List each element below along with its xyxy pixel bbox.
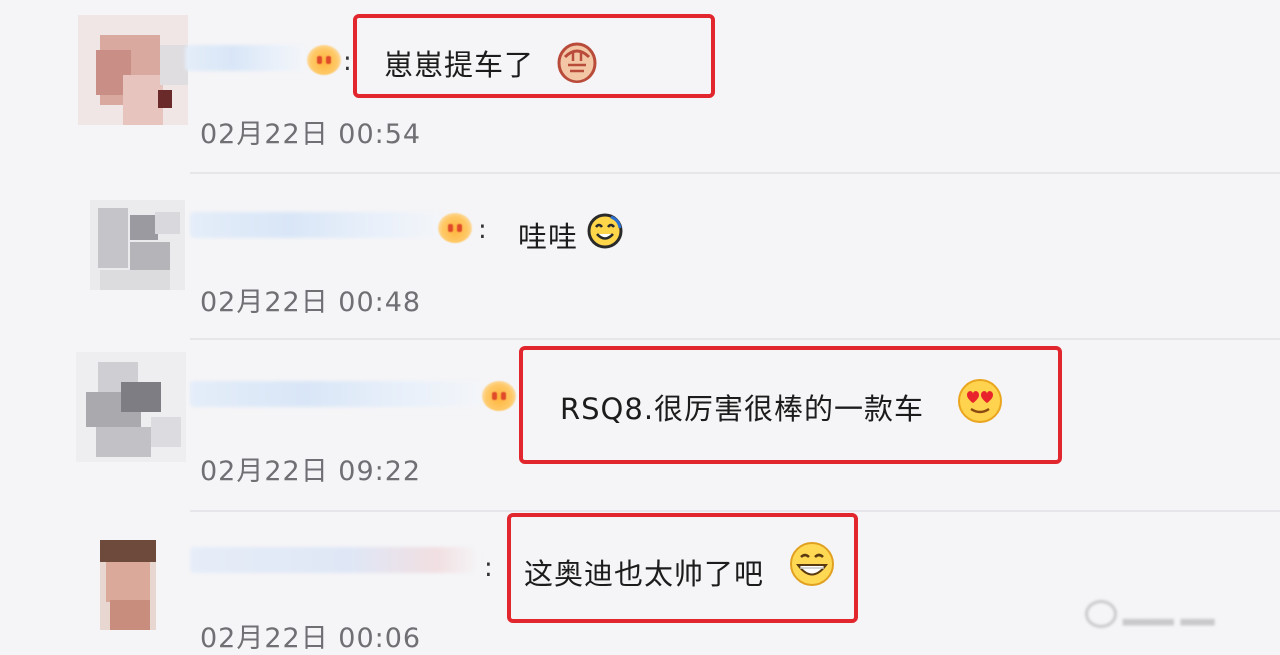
avatar[interactable] bbox=[90, 200, 185, 290]
divider bbox=[190, 510, 1280, 512]
avatar[interactable] bbox=[100, 540, 156, 630]
username-blurred[interactable] bbox=[190, 212, 440, 238]
comment-text: 崽崽提车了 bbox=[384, 48, 535, 82]
comment-timestamp: 02月22日 00:06 bbox=[200, 623, 422, 654]
avatar[interactable] bbox=[76, 352, 186, 462]
comment-timestamp: 02月22日 00:54 bbox=[200, 119, 422, 150]
comment-text: 哇哇 bbox=[518, 220, 579, 254]
comment-text: 这奥迪也太帅了吧 bbox=[524, 557, 765, 591]
comment-timestamp: 02月22日 00:48 bbox=[200, 287, 422, 318]
avatar[interactable] bbox=[78, 15, 188, 125]
watermark: ▂▂▂ ▂▂ bbox=[1085, 600, 1275, 630]
comment-text: RSQ8.很厉害很棒的一款车 bbox=[560, 392, 925, 426]
colon-separator: : bbox=[343, 47, 352, 77]
username-blurred[interactable] bbox=[185, 45, 305, 71]
vip-badge-icon bbox=[438, 213, 472, 243]
username-blurred[interactable] bbox=[190, 547, 480, 573]
grin-emoji-icon bbox=[790, 542, 834, 586]
colon-separator: : bbox=[478, 215, 487, 245]
colon-separator: : bbox=[484, 553, 493, 583]
username-blurred[interactable] bbox=[190, 381, 480, 407]
heart-eyes-emoji-icon bbox=[958, 379, 1002, 423]
smile-emoji-icon bbox=[587, 213, 623, 249]
vip-badge-icon bbox=[482, 381, 516, 411]
divider bbox=[190, 338, 1280, 340]
vip-badge-icon bbox=[307, 45, 341, 75]
weibo-logo-icon bbox=[1085, 600, 1117, 628]
divider bbox=[190, 172, 1280, 174]
comment-timestamp: 02月22日 09:22 bbox=[200, 456, 422, 487]
fist-emoji-icon bbox=[557, 42, 597, 83]
